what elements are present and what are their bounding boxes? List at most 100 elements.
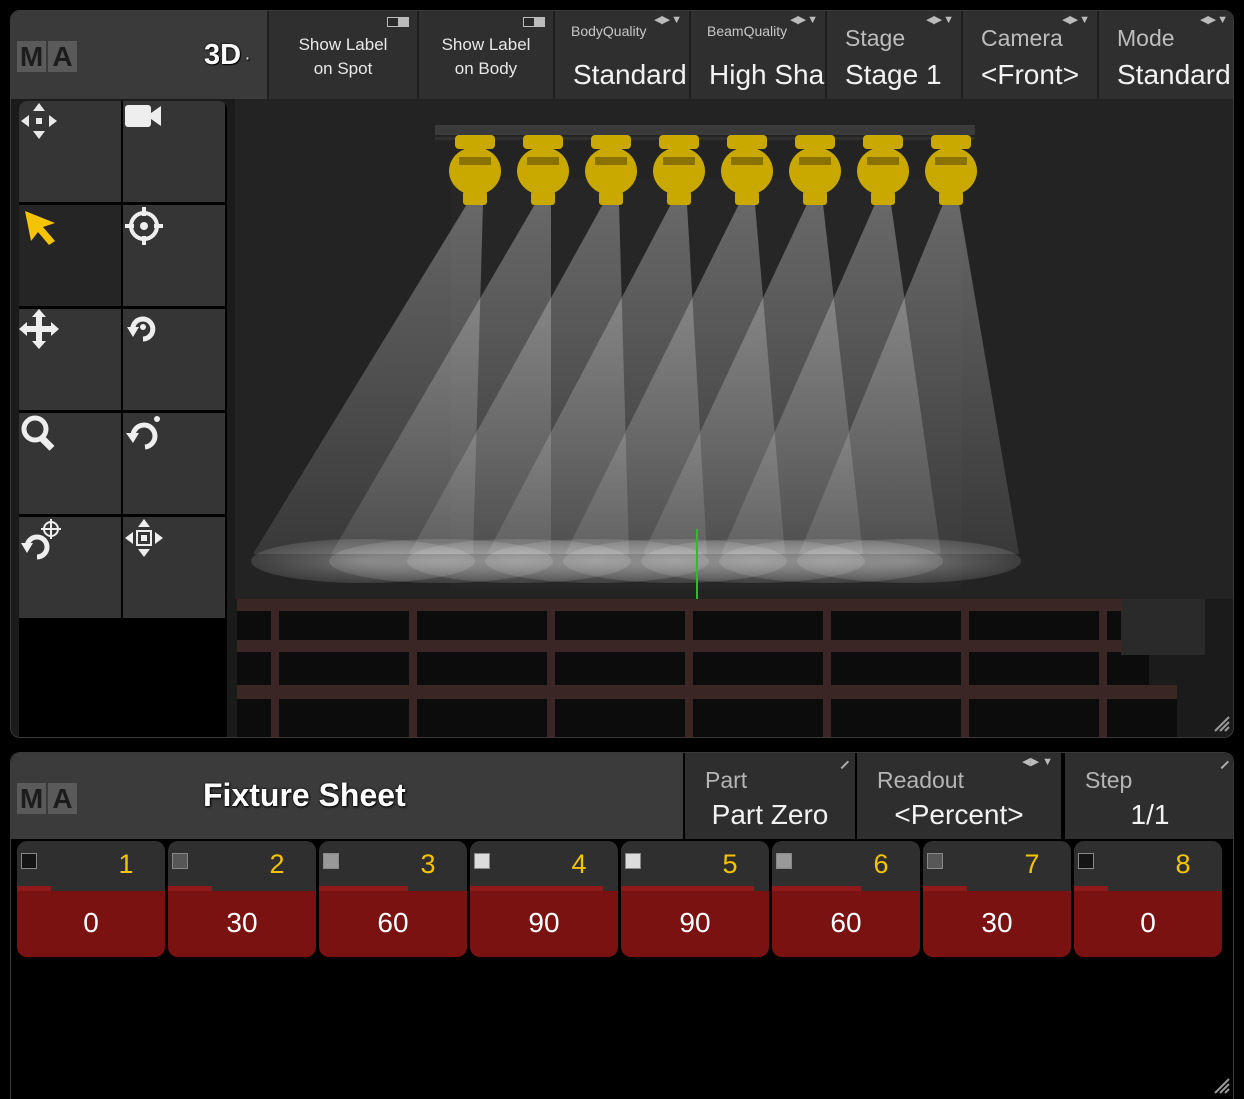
tool-palette [19,101,227,737]
tool-zoom[interactable] [19,413,121,514]
dimmer-swatch-icon [1078,853,1094,869]
channel-header: 4 [470,841,618,891]
camera-select[interactable]: ◀▶ ▼ Camera <Front> [961,11,1097,99]
readout-select[interactable]: ◀▶ ▼ Readout <Percent> [857,753,1061,839]
zoom-icon [21,415,55,451]
tool-fit-view[interactable] [123,517,225,618]
select-arrows-icon: ◀▶ ▼ [1200,14,1228,26]
select-arrow-icon [25,211,55,245]
window-title[interactable]: Fixture Sheet [203,777,406,814]
dimmer-swatch-icon [323,853,339,869]
fixture-sheet-window: M A Fixture Sheet Part Part Zero ◀▶ ▼ Re… [10,752,1234,1099]
camera-icon [125,105,161,127]
fixture-sheet-titlebar: M A Fixture Sheet Part Part Zero ◀▶ ▼ Re… [11,753,1233,839]
light-pools [251,539,1021,583]
show-label-on-body-toggle[interactable]: Show Label on Body [417,11,553,99]
part-button[interactable]: Part Part Zero [685,753,855,839]
window-title[interactable]: 3D · [204,39,251,72]
channel-id: 5 [722,849,738,879]
dimmer-swatch-icon [21,853,37,869]
truss [435,125,975,135]
channel-value-cell[interactable]: 90 [470,891,618,957]
channel-value: 0 [1140,907,1156,938]
toggle-indicator-icon [387,17,409,27]
channel-value: 0 [83,907,99,938]
ma-logo[interactable]: M A [17,41,77,72]
select-arrows-icon: ◀▶ ▼ [1022,756,1053,768]
dimmer-swatch-icon [474,853,490,869]
3d-window: M A 3D · Show Label on Spot Show Label on… [10,10,1234,738]
stage-risers [237,599,1205,737]
move-view-icon [21,103,57,139]
channel-value-cell[interactable]: 0 [17,891,165,957]
channel-header: 7 [923,841,1071,891]
channel-value-cell[interactable]: 60 [772,891,920,957]
tool-rotate-around[interactable] [19,517,121,618]
resize-grip-icon[interactable] [1211,1075,1231,1095]
dimmer-swatch-icon [172,853,188,869]
channel-value-cell[interactable]: 0 [1074,891,1222,957]
channel-tile[interactable]: 1 0 [17,841,165,957]
show-label-on-spot-toggle[interactable]: Show Label on Spot [267,11,417,99]
target-icon [125,207,163,245]
channel-tile[interactable]: 7 30 [923,841,1071,957]
tool-target[interactable] [123,205,225,306]
channel-tile[interactable]: 8 0 [1074,841,1222,957]
fit-view-icon [125,519,163,557]
tool-move[interactable] [19,309,121,410]
select-arrows-icon: ◀▶ ▼ [790,14,818,26]
channel-value: 60 [377,907,409,938]
light-pool [797,539,1021,583]
tool-camera[interactable] [123,101,225,202]
dimmer-swatch-icon [776,853,792,869]
channel-id: 8 [1175,849,1191,879]
edit-icon [1214,754,1230,770]
beam-quality-select[interactable]: ◀▶ ▼ BeamQuality High Shadow [689,11,825,99]
select-arrows-icon: ◀▶ ▼ [926,14,954,26]
channel-value: 60 [830,907,862,938]
channel-value-cell[interactable]: 30 [923,891,1071,957]
channel-tile[interactable]: 3 60 [319,841,467,957]
select-arrows-icon: ◀▶ ▼ [654,14,682,26]
3d-titlebar: M A 3D · [11,11,267,99]
dimmer-swatch-icon [625,853,641,869]
channel-id: 1 [118,849,134,879]
tool-select[interactable] [19,205,121,306]
channel-value-cell[interactable]: 90 [621,891,769,957]
channel-value-cell[interactable]: 60 [319,891,467,957]
edit-icon [834,754,850,770]
tool-move-view[interactable] [19,101,121,202]
tool-orbit[interactable] [123,413,225,514]
channel-header: 1 [17,841,165,891]
dimmer-swatch-icon [927,853,943,869]
select-arrows-icon: ◀▶ ▼ [1062,14,1090,26]
rotate-icon [127,316,156,342]
body-quality-select[interactable]: ◀▶ ▼ BodyQuality Standard [553,11,689,99]
channel-tile[interactable]: 5 90 [621,841,769,957]
channel-value: 30 [226,907,258,938]
mode-select[interactable]: ◀▶ ▼ Mode Standard [1097,11,1233,99]
tool-rotate[interactable] [123,309,225,410]
channel-id: 4 [571,849,587,879]
rotate-around-icon [21,519,61,560]
channel-tile[interactable]: 4 90 [470,841,618,957]
channel-header: 6 [772,841,920,891]
channel-header: 3 [319,841,467,891]
ma-logo[interactable]: M A [17,783,77,814]
move-icon [19,309,59,349]
channel-tile[interactable]: 2 30 [168,841,316,957]
channel-header: 5 [621,841,769,891]
orbit-icon [126,416,160,450]
resize-grip-icon[interactable] [1211,713,1231,733]
channel-value: 90 [679,907,711,938]
channel-tile[interactable]: 6 60 [772,841,920,957]
step-button[interactable]: Step 1/1 [1065,753,1233,839]
channel-header: 8 [1074,841,1222,891]
channel-value-cell[interactable]: 30 [168,891,316,957]
channel-value: 30 [981,907,1013,938]
3d-viewport[interactable] [11,99,1233,737]
channel-value: 90 [528,907,560,938]
channel-id: 7 [1024,849,1040,879]
stage-select[interactable]: ◀▶ ▼ Stage Stage 1 [825,11,961,99]
channel-header: 2 [168,841,316,891]
